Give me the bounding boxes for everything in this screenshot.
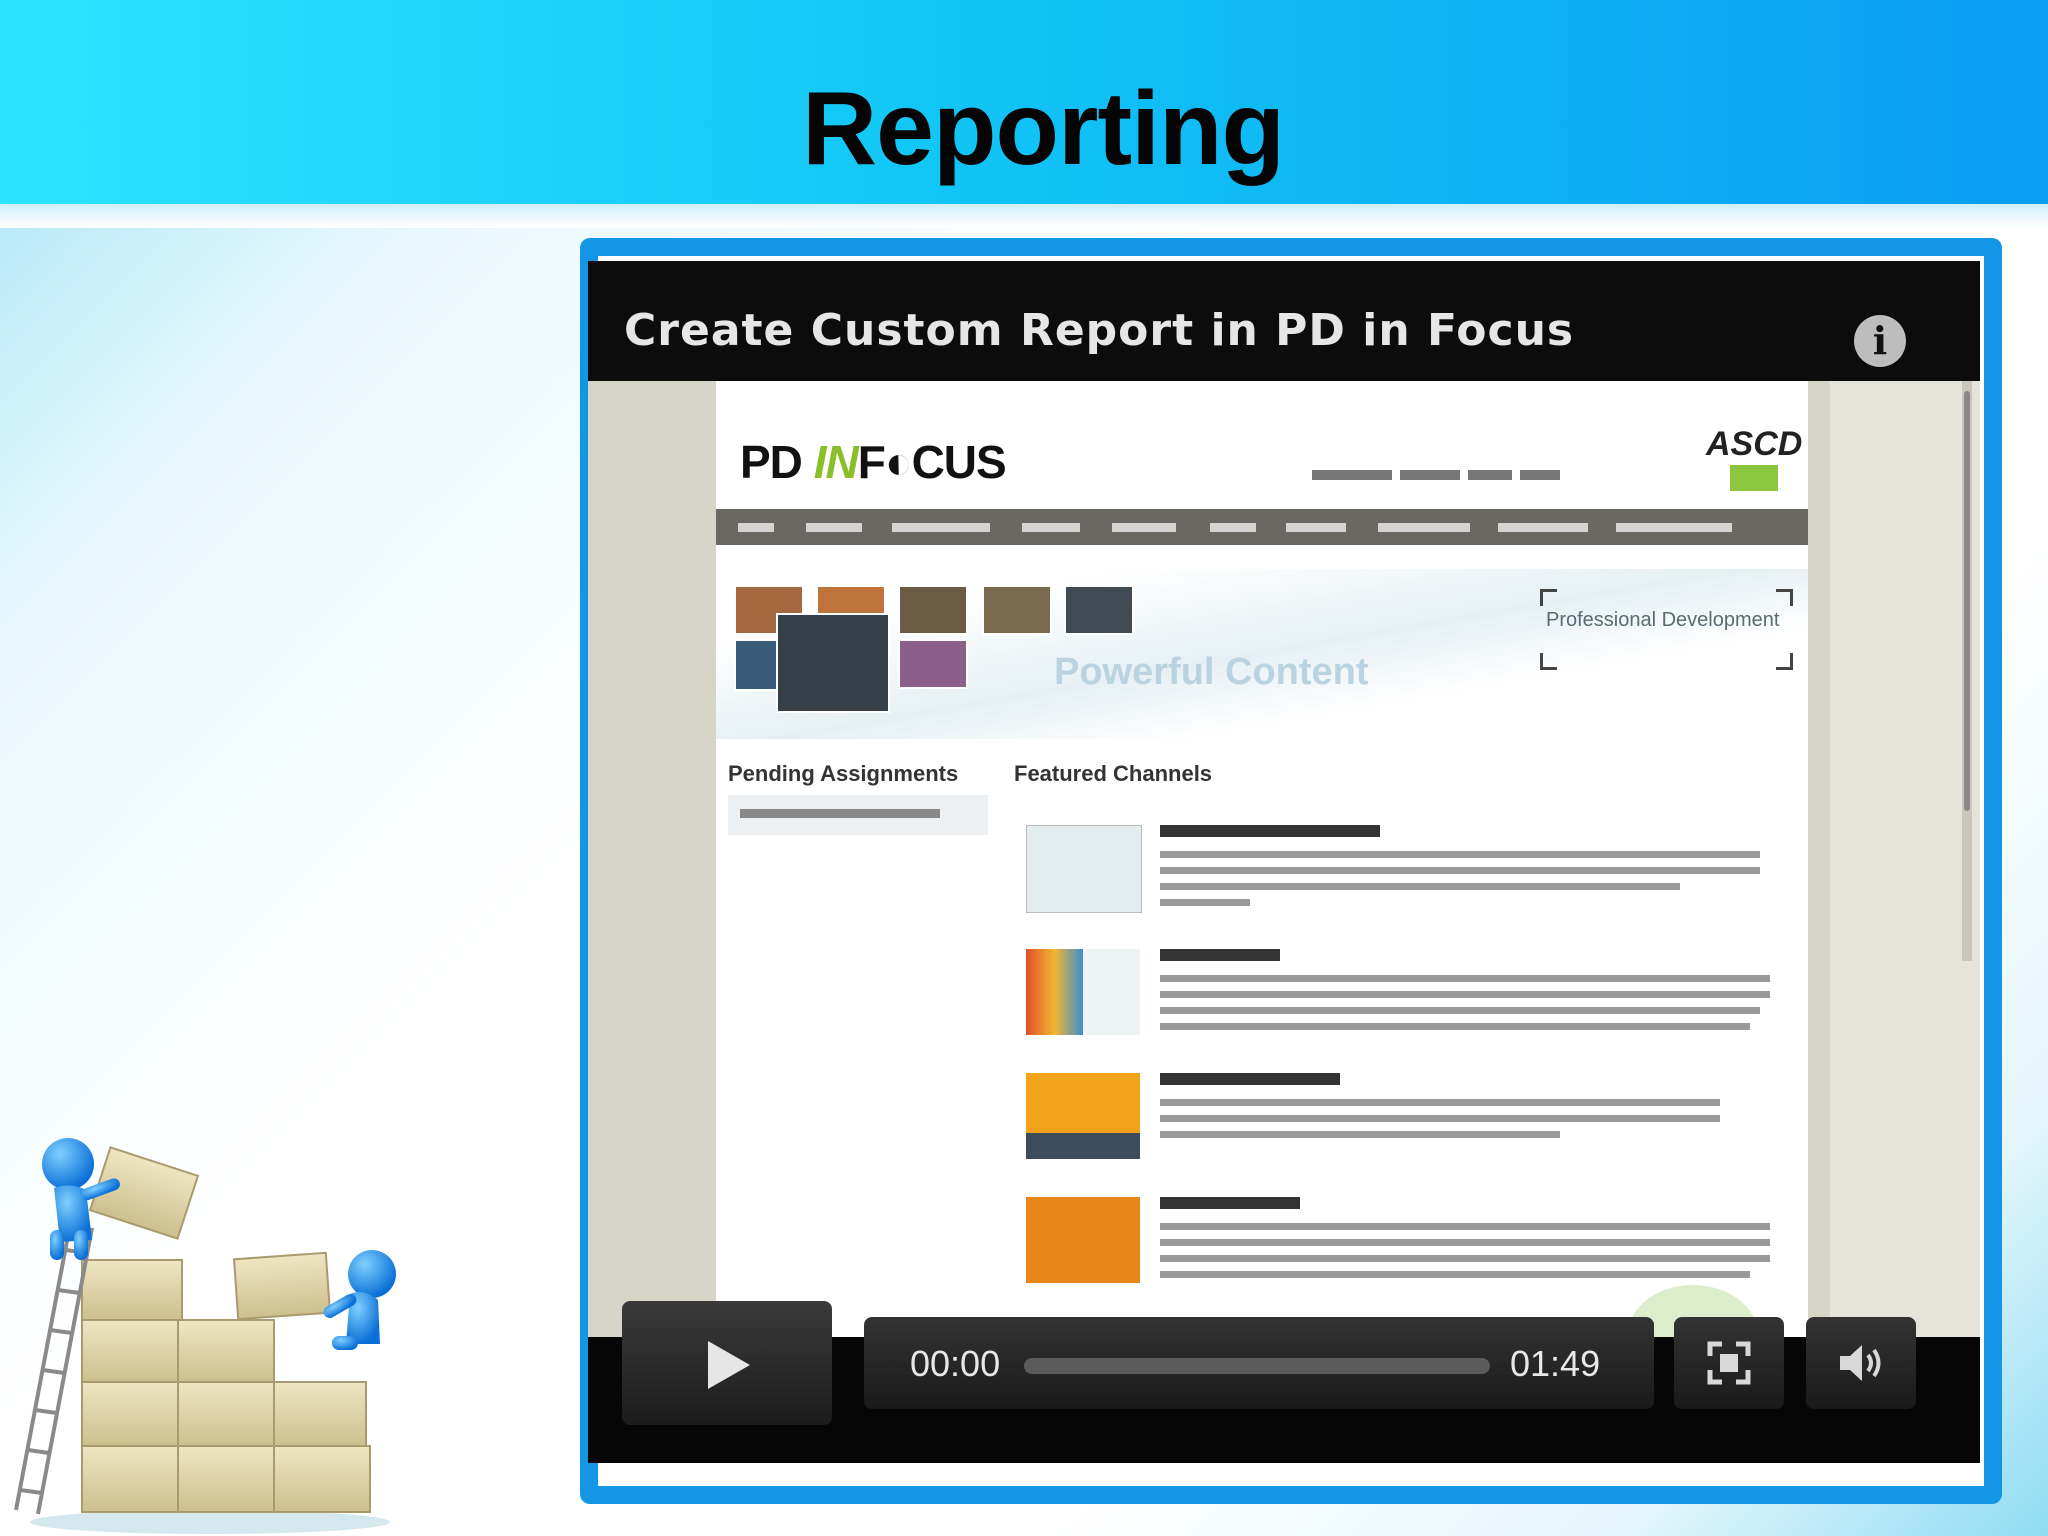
channel-thumbnail <box>1026 949 1140 1035</box>
featured-channels-heading: Featured Channels <box>1014 761 1213 786</box>
banner-corner <box>1540 589 1557 606</box>
logo-in: IN <box>813 436 859 488</box>
search-go-button <box>1730 465 1778 491</box>
banner-photo <box>898 639 968 689</box>
channel-title <box>1160 825 1380 837</box>
volume-icon <box>1840 1345 1881 1381</box>
channel-title <box>1160 949 1280 961</box>
ascd-logo: ASCD <box>1706 425 1803 463</box>
banner-photo <box>982 585 1052 635</box>
pd-in-focus-logo: PD INF◐CUS <box>740 435 1007 489</box>
browser-scrollbar <box>1962 381 1972 961</box>
duration: 01:49 <box>1510 1343 1601 1384</box>
banner-photo <box>776 613 890 713</box>
fullscreen-icon <box>1707 1341 1751 1385</box>
pending-assignments-heading: Pending Assignments <box>728 761 959 786</box>
header-links <box>1312 467 1592 481</box>
slide-title: Reporting <box>802 71 1285 187</box>
volume-button[interactable] <box>1806 1317 1916 1409</box>
pending-assignments-box <box>728 795 988 835</box>
channel-item <box>1026 825 1786 935</box>
video-title-bar: Create Custom Report in PD in Focus i <box>588 261 1980 381</box>
channel-thumbnail <box>1026 825 1142 913</box>
stacking-boxes-illustration <box>14 1138 396 1534</box>
banner-corner <box>1776 589 1793 606</box>
channel-item <box>1026 1073 1786 1183</box>
video-player[interactable]: Create Custom Report in PD in Focus i PD… <box>588 261 1980 1463</box>
banner-headline: Powerful Content <box>1054 651 1369 693</box>
video-title: Create Custom Report in PD in Focus <box>624 305 1575 356</box>
banner-corner <box>1776 653 1793 670</box>
fullscreen-button[interactable] <box>1674 1317 1784 1409</box>
video-controls: 00:00 01:49 <box>588 1301 1980 1463</box>
logo-suffix: F◐CUS <box>857 436 1007 488</box>
channel-title <box>1160 1197 1300 1209</box>
site-banner: Professional Development Powerful Conten… <box>716 569 1808 739</box>
channel-thumbnail <box>1026 1197 1140 1283</box>
banner-photo <box>1064 585 1134 635</box>
header-underline <box>0 204 2048 228</box>
channel-title <box>1160 1073 1340 1085</box>
banner-photo <box>898 585 968 635</box>
channel-thumbnail <box>1026 1073 1140 1159</box>
banner-photo <box>734 639 782 691</box>
time-panel: 00:00 01:49 <box>864 1317 1654 1409</box>
site-nav-bar <box>716 509 1808 545</box>
play-icon <box>708 1341 750 1389</box>
logo-prefix: PD <box>740 436 814 488</box>
current-time: 00:00 <box>910 1343 1001 1384</box>
play-button[interactable] <box>622 1301 832 1425</box>
banner-corner <box>1540 653 1557 670</box>
channel-item <box>1026 949 1786 1059</box>
banner-subtext: Professional Development <box>1546 609 1780 631</box>
progress-bar[interactable] <box>1024 1358 1490 1374</box>
info-icon[interactable]: i <box>1854 315 1906 367</box>
scrollbar-thumb <box>1964 391 1970 811</box>
